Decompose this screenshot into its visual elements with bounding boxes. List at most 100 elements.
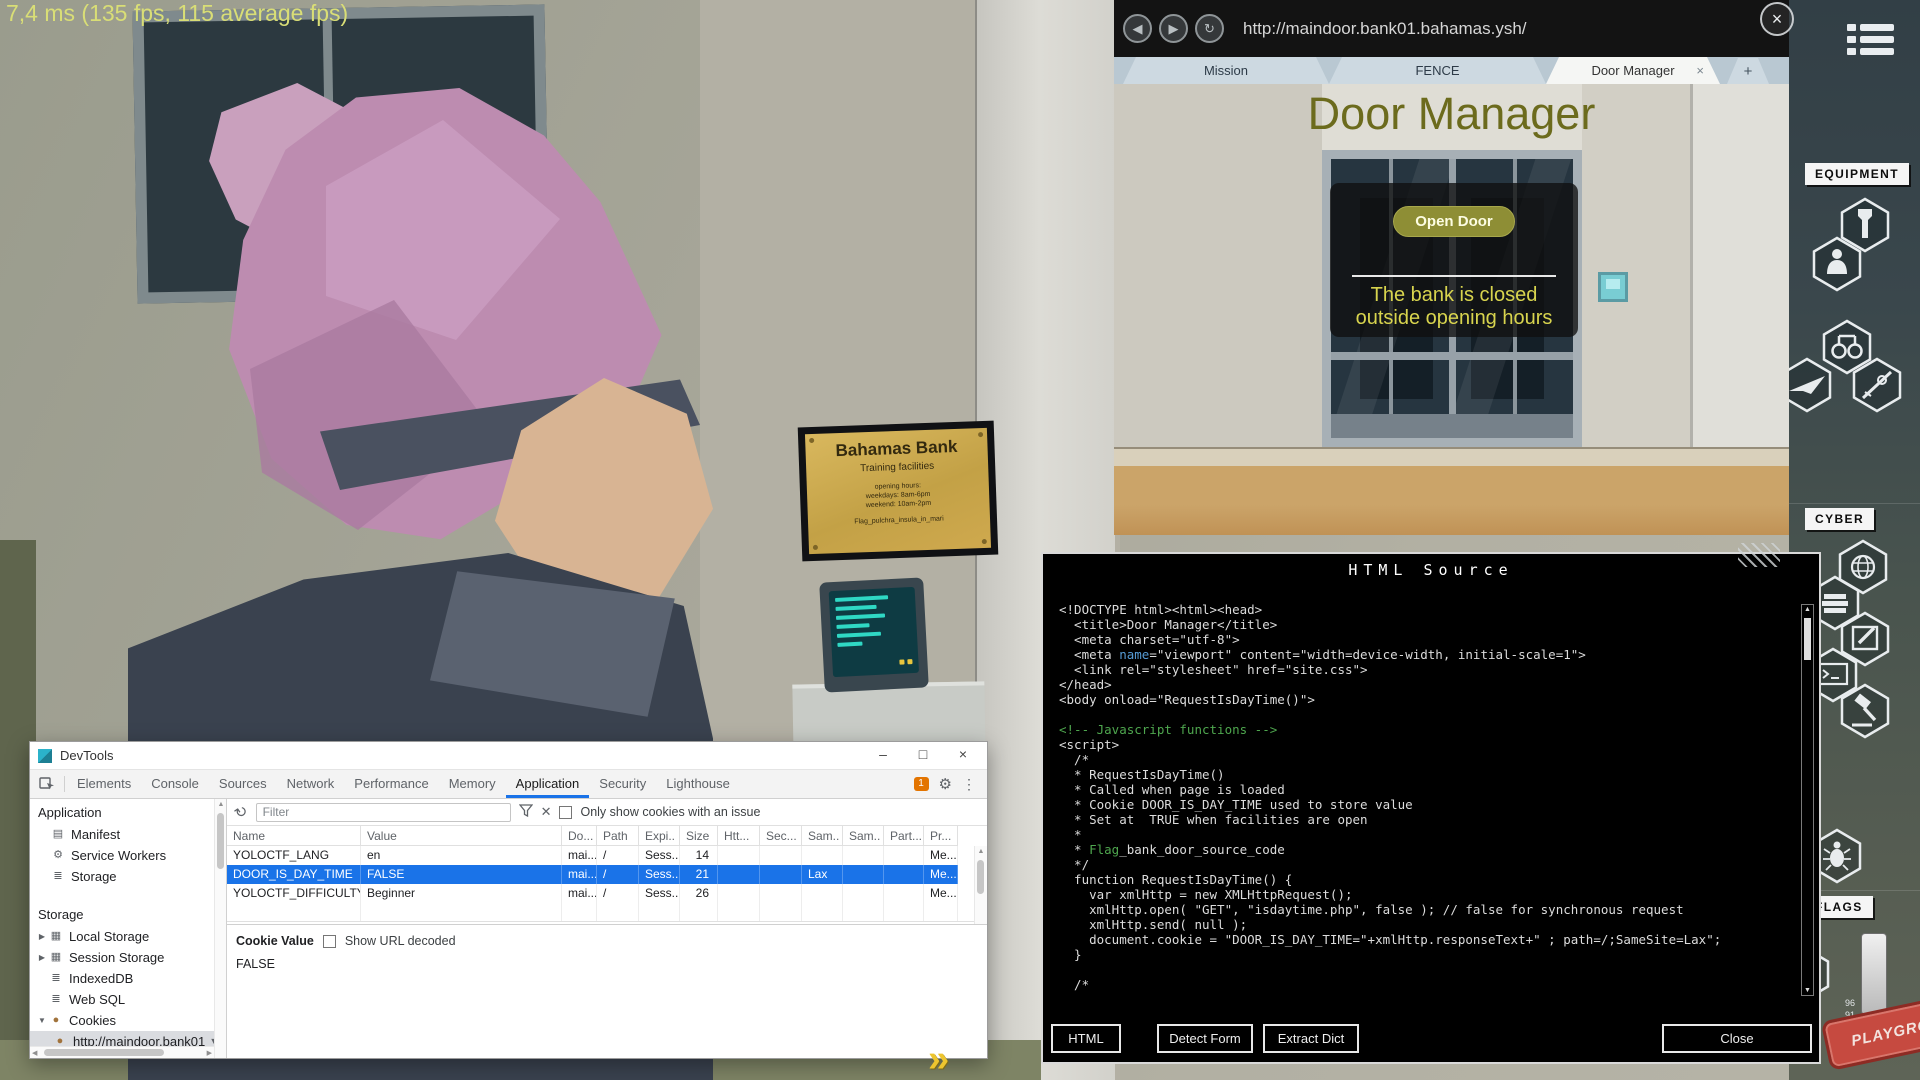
tree-item-cookies[interactable]: ▼●Cookies xyxy=(30,1010,226,1031)
tree-item-local-storage[interactable]: ▶▦Local Storage xyxy=(30,926,226,947)
source-code-view[interactable]: <!DOCTYPE html><html><head> <title>Door … xyxy=(1059,602,1793,1000)
tree-item-label: Web SQL xyxy=(69,989,125,1010)
devtools-tab-elements[interactable]: Elements xyxy=(67,770,141,798)
plaque-subtitle: Training facilities xyxy=(806,459,988,476)
browser-close-button[interactable]: × xyxy=(1760,2,1794,36)
column-header[interactable]: Do... xyxy=(562,826,597,846)
tree-item-service-workers[interactable]: ⚙Service Workers xyxy=(30,845,226,866)
open-door-button[interactable]: Open Door xyxy=(1393,206,1515,237)
devtools-titlebar[interactable]: DevTools – □ × xyxy=(30,742,987,769)
cookie-cell xyxy=(884,865,924,884)
column-header[interactable]: Pr... xyxy=(924,826,958,846)
url-bar[interactable]: http://maindoor.bank01.bahamas.ysh/ xyxy=(1243,19,1527,39)
cookie-cell: Me... xyxy=(924,865,958,884)
menu-icon[interactable] xyxy=(1847,24,1899,66)
code-line: xmlHttp.open( "GET", "isdaytime.php", fa… xyxy=(1059,902,1793,917)
new-tab-button[interactable]: + xyxy=(1727,58,1769,84)
more-options-icon[interactable]: ⋮ xyxy=(962,776,977,793)
agent-icon[interactable] xyxy=(1811,235,1863,293)
tree-item-manifest[interactable]: ▤Manifest xyxy=(30,824,226,845)
expand-arrow-icon[interactable]: ▶ xyxy=(36,947,48,968)
minimize-icon[interactable]: – xyxy=(863,742,903,769)
door-control-panel: Open Door The bank is closed outside ope… xyxy=(1330,183,1578,337)
show-url-decoded-checkbox[interactable] xyxy=(323,935,336,948)
devtools-tabbar: ElementsConsoleSourcesNetworkPerformance… xyxy=(30,769,987,799)
cookie-cell: DOOR_IS_DAY_TIME xyxy=(227,865,361,884)
cookie-row-yoloctf-lang[interactable]: YOLOCTF_LANGenmai.../Sess...14Me... xyxy=(227,846,987,865)
tree-item-storage[interactable]: ≣Storage xyxy=(30,866,226,887)
expand-arrow-icon[interactable]: ▼ xyxy=(36,1010,48,1031)
column-header[interactable]: Sam.. xyxy=(802,826,843,846)
code-scrollbar[interactable]: ▲▼ xyxy=(1801,604,1814,996)
devtools-tab-security[interactable]: Security xyxy=(589,770,656,798)
tree-item-indexeddb[interactable]: ≣IndexedDB xyxy=(30,968,226,989)
column-header[interactable]: Part... xyxy=(884,826,924,846)
tree-item-label: Storage xyxy=(71,866,117,887)
devtools-tab-lighthouse[interactable]: Lighthouse xyxy=(656,770,740,798)
devtools-tab-application[interactable]: Application xyxy=(506,770,590,798)
column-header[interactable]: Size xyxy=(680,826,718,846)
filter-funnel-icon[interactable] xyxy=(519,804,533,820)
maximize-icon[interactable]: □ xyxy=(903,742,943,769)
cookie-row-door-is-day-time[interactable]: DOOR_IS_DAY_TIMEFALSEmai.../Sess...21Lax… xyxy=(227,865,987,884)
refresh-icon[interactable]: ↻ xyxy=(231,801,252,823)
html-button[interactable]: HTML xyxy=(1051,1024,1121,1053)
detect-form-button[interactable]: Detect Form xyxy=(1157,1024,1253,1053)
tree-item-session-storage[interactable]: ▶▦Session Storage xyxy=(30,947,226,968)
close-icon[interactable]: × xyxy=(943,742,983,769)
wall-monitor xyxy=(819,577,929,692)
sidebar-slider[interactable] xyxy=(1861,933,1887,1015)
forward-icon[interactable]: ▶ xyxy=(1159,14,1188,43)
tree-item-web-sql[interactable]: ≣Web SQL xyxy=(30,989,226,1010)
storage-icon: ≣ xyxy=(50,866,66,887)
column-header[interactable]: Value xyxy=(361,826,562,846)
code-line: * xyxy=(1059,827,1793,842)
expand-arrow-icon[interactable]: ▶ xyxy=(36,926,48,947)
bank-plaque: Bahamas Bank Training facilities opening… xyxy=(798,421,999,562)
browser-tab-door-manager[interactable]: Door Manager× xyxy=(1546,57,1720,84)
inspect-element-icon[interactable] xyxy=(39,776,55,792)
gear-icon[interactable]: ⚙ xyxy=(939,775,952,793)
browser-tab-fence[interactable]: FENCE xyxy=(1329,57,1546,84)
column-header[interactable]: Path xyxy=(597,826,639,846)
drone-icon[interactable] xyxy=(1789,356,1833,414)
bank-plaque-face: Bahamas Bank Training facilities opening… xyxy=(805,428,991,554)
back-icon[interactable]: ◀ xyxy=(1123,14,1152,43)
sniper-icon[interactable] xyxy=(1851,356,1903,414)
cookie-cell: mai... xyxy=(562,884,597,903)
cookie-cell xyxy=(843,884,884,903)
tree-horizontal-scrollbar[interactable]: ◀▶ xyxy=(30,1046,214,1058)
column-header[interactable]: Name xyxy=(227,826,361,846)
devtools-tab-network[interactable]: Network xyxy=(277,770,345,798)
door-manager-page: Door Manager Open Door The bank is close… xyxy=(1114,84,1789,535)
column-header[interactable]: Expi.. xyxy=(639,826,680,846)
only-issues-checkbox[interactable] xyxy=(559,806,572,819)
extract-dict-button[interactable]: Extract Dict xyxy=(1263,1024,1359,1053)
grid-icon: ▦ xyxy=(48,947,64,968)
devtools-tab-performance[interactable]: Performance xyxy=(344,770,438,798)
browser-nav-bar: ◀ ▶ ↻ http://maindoor.bank01.bahamas.ysh… xyxy=(1114,0,1789,57)
cookie-row-yoloctf-difficulty[interactable]: YOLOCTF_DIFFICULTYBeginnermai.../Sess...… xyxy=(227,884,987,903)
refresh-icon[interactable]: ↻ xyxy=(1195,14,1224,43)
window-grip-decoration xyxy=(1738,543,1780,567)
skip-chevrons[interactable]: » xyxy=(928,1038,949,1080)
column-header[interactable]: Sam.. xyxy=(843,826,884,846)
tab-close-icon[interactable]: × xyxy=(1696,63,1704,78)
warning-badge[interactable]: 1 xyxy=(914,777,929,791)
fps-counter: 7,4 ms (135 fps, 115 average fps) xyxy=(6,0,348,27)
tree-vertical-scrollbar[interactable]: ▲ xyxy=(214,799,226,1058)
column-header[interactable]: Htt... xyxy=(718,826,760,846)
column-header[interactable]: Sec... xyxy=(760,826,802,846)
code-line: </head> xyxy=(1059,677,1793,692)
browser-tab-mission[interactable]: Mission xyxy=(1123,57,1329,84)
devtools-tab-memory[interactable]: Memory xyxy=(439,770,506,798)
devtools-tab-console[interactable]: Console xyxy=(141,770,209,798)
devtools-tab-sources[interactable]: Sources xyxy=(209,770,277,798)
gavel-icon[interactable] xyxy=(1839,682,1891,740)
close-button[interactable]: Close xyxy=(1662,1024,1812,1053)
clear-filter-icon[interactable]: ✕ xyxy=(541,804,552,820)
cookie-cell xyxy=(760,884,802,903)
tab-label: FENCE xyxy=(1415,63,1459,78)
devtools-sidebar-tree: Application ▤Manifest⚙Service Workers≣St… xyxy=(30,799,227,1058)
filter-input[interactable] xyxy=(256,803,511,822)
